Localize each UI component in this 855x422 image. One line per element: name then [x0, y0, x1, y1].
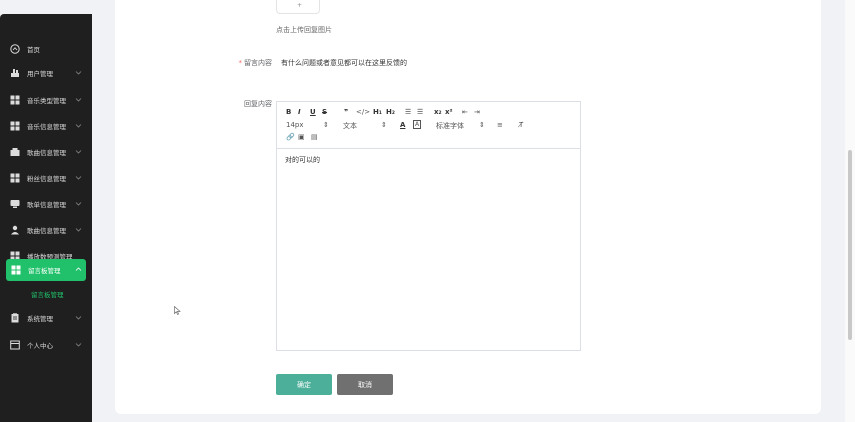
sidebar-item-label: 歌曲信息管理: [27, 149, 66, 157]
bold-button[interactable]: B: [286, 108, 291, 116]
sidebar-item-fans-info[interactable]: 粉丝信息管理: [0, 167, 92, 189]
folder-icon: [10, 147, 20, 157]
rich-text-editor[interactable]: B I U S ❞ </> H₁ H₂ ☰ ☰ x₂ x² ⇤ ⇥ 14px ⇕…: [276, 101, 581, 351]
sidebar-item-song-info-2[interactable]: 歌曲信息管理: [0, 219, 92, 241]
reply-label-text: 回复内容: [244, 100, 272, 108]
required-asterisk: *: [238, 59, 243, 67]
grid-icon: [10, 173, 20, 183]
sidebar-item-label: 系统管理: [27, 315, 53, 323]
font-color-button[interactable]: A: [400, 121, 405, 129]
sidebar: 首页 用户管理 音乐类型管理 音乐信息管理 歌曲信息管理 粉丝信息管理 歌单信息…: [0, 14, 92, 422]
scrollbar-thumb[interactable]: [848, 150, 852, 340]
blockquote-button[interactable]: ❞: [344, 108, 348, 116]
doc-icon: [10, 313, 20, 323]
editor-content[interactable]: 对的可以的: [285, 155, 320, 165]
message-label: * 留言内容: [230, 58, 273, 68]
grid-icon: [10, 95, 20, 105]
mouse-cursor-icon: [174, 306, 181, 315]
chevron-down-icon: [75, 202, 82, 206]
chevron-down-icon: [75, 71, 82, 75]
sidebar-item-system[interactable]: 系统管理: [0, 307, 92, 329]
video-icon[interactable]: ▤: [311, 133, 318, 141]
image-upload-box[interactable]: +: [276, 0, 320, 14]
font-size-select[interactable]: 14px: [286, 121, 304, 129]
clear-format-button[interactable]: T̸: [519, 121, 523, 129]
sidebar-item-label: 用户管理: [27, 70, 53, 78]
header-select[interactable]: 文本: [343, 121, 357, 131]
subscript-button[interactable]: x₂: [434, 108, 442, 116]
italic-button[interactable]: I: [298, 108, 301, 116]
chevron-down-icon: [75, 343, 82, 347]
font-family-select[interactable]: 标准字体: [436, 121, 464, 131]
image-icon[interactable]: ▣: [298, 133, 305, 141]
sidebar-item-song-info[interactable]: 歌曲信息管理: [0, 141, 92, 163]
sidebar-item-label: 歌曲信息管理: [27, 227, 66, 235]
header-arrows-icon: ⇕: [381, 121, 387, 129]
page-scrollbar[interactable]: [845, 0, 855, 422]
font-size-arrows-icon: ⇕: [323, 121, 329, 129]
monitor-icon: [10, 199, 20, 209]
strike-button[interactable]: S: [322, 108, 327, 116]
sidebar-item-label: 个人中心: [27, 342, 53, 350]
chevron-down-icon: [75, 98, 82, 102]
bullet-list-button[interactable]: ☰: [417, 108, 423, 116]
sidebar-item-music-type[interactable]: 音乐类型管理: [0, 89, 92, 111]
sidebar-item-label: 音乐信息管理: [27, 123, 66, 131]
sidebar-item-label: 首页: [27, 46, 40, 54]
heading1-button[interactable]: H₁: [373, 108, 382, 116]
ordered-list-button[interactable]: ☰: [405, 108, 411, 116]
submenu-item-message-board[interactable]: 留言板管理: [31, 289, 64, 299]
sidebar-item-label: 音乐类型管理: [27, 97, 66, 105]
font-family-arrows-icon: ⇕: [479, 121, 485, 129]
chevron-down-icon: [75, 124, 82, 128]
sidebar-item-label: 粉丝信息管理: [27, 175, 66, 183]
chevron-down-icon: [75, 150, 82, 154]
upload-hint: 点击上传回复图片: [276, 26, 332, 34]
upload-plus-text: +: [297, 2, 303, 9]
sidebar-item-playlist-info[interactable]: 歌单信息管理: [0, 193, 92, 215]
chevron-up-icon: [75, 267, 82, 271]
confirm-button[interactable]: 确定: [276, 374, 332, 395]
outdent-button[interactable]: ⇤: [462, 108, 468, 116]
chevron-down-icon: [75, 316, 82, 320]
sidebar-item-label: 歌单信息管理: [27, 201, 66, 209]
sidebar-item-personal-center[interactable]: 个人中心: [0, 334, 92, 356]
sidebar-item-message-board[interactable]: 留言板管理: [6, 259, 86, 281]
cancel-button[interactable]: 取消: [337, 374, 393, 395]
grid-icon: [10, 121, 20, 131]
editor-toolbar: B I U S ❞ </> H₁ H₂ ☰ ☰ x₂ x² ⇤ ⇥ 14px ⇕…: [277, 102, 580, 149]
sidebar-item-music-info[interactable]: 音乐信息管理: [0, 115, 92, 137]
reply-label: 回复内容: [230, 99, 272, 109]
user-manage-icon: [10, 68, 20, 78]
person-icon: [10, 225, 20, 235]
superscript-button[interactable]: x²: [445, 108, 453, 116]
chevron-down-icon: [75, 176, 82, 180]
grid-icon: [11, 265, 21, 275]
background-color-button[interactable]: A: [413, 120, 422, 129]
underline-button[interactable]: U: [310, 108, 316, 116]
message-value: 有什么问题或者意见都可以在这里反馈的: [281, 59, 407, 67]
align-button[interactable]: ≡: [497, 121, 503, 129]
home-icon: [10, 44, 20, 54]
chevron-down-icon: [75, 228, 82, 232]
code-block-button[interactable]: </>: [356, 108, 370, 116]
window-icon: [10, 340, 20, 350]
link-icon[interactable]: 🔗: [286, 133, 295, 141]
message-label-text: 留言内容: [244, 59, 272, 67]
sidebar-item-user-manage[interactable]: 用户管理: [0, 62, 92, 84]
indent-button[interactable]: ⇥: [474, 108, 480, 116]
sidebar-item-home[interactable]: 首页: [0, 38, 92, 60]
sidebar-item-label: 留言板管理: [28, 267, 61, 275]
heading2-button[interactable]: H₂: [386, 108, 395, 116]
